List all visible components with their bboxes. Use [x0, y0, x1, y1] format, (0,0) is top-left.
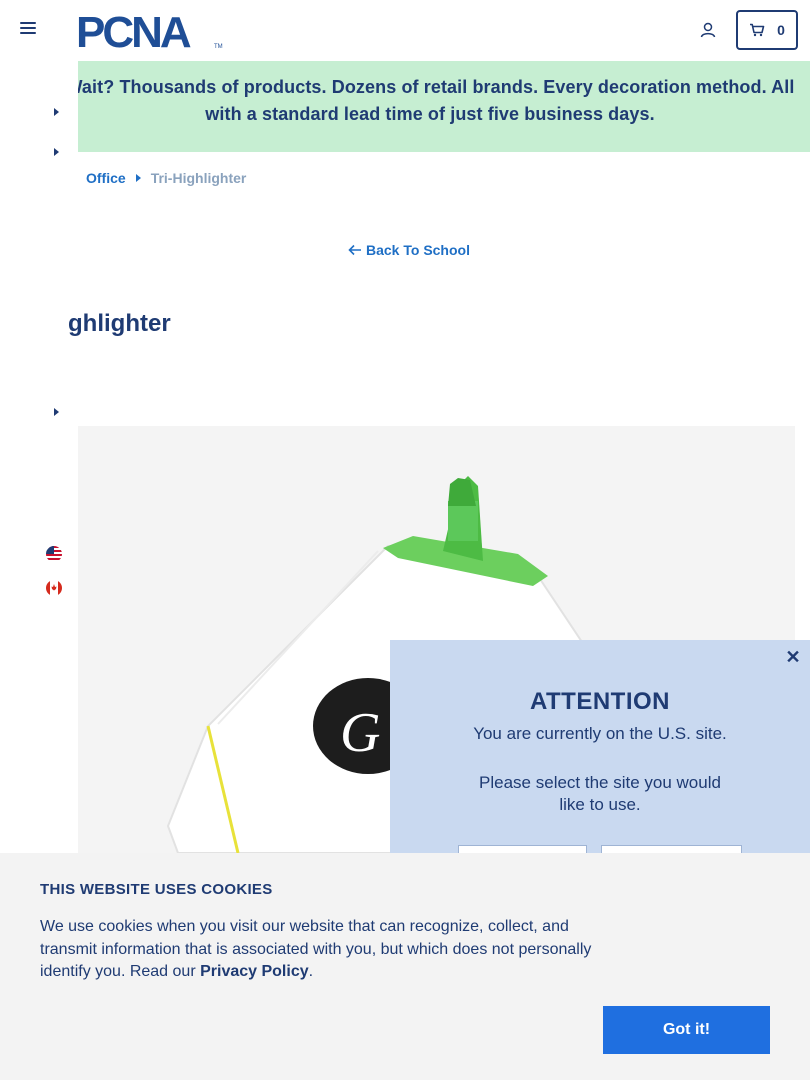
- product-title: ghlighter: [68, 310, 171, 337]
- cookie-text: We use cookies when you visit our websit…: [40, 916, 600, 984]
- side-menu-strip: [0, 61, 78, 853]
- privacy-policy-link[interactable]: Privacy Policy: [200, 963, 309, 980]
- cart-button[interactable]: 0: [736, 10, 798, 50]
- us-flag-icon[interactable]: [46, 546, 62, 562]
- chevron-right-icon[interactable]: [54, 148, 59, 156]
- cookie-title: THIS WEBSITE USES COOKIES: [40, 881, 273, 898]
- breadcrumb-item-office[interactable]: Office: [86, 170, 126, 186]
- promo-banner-text: Wait? Thousands of products. Dozens of r…: [65, 77, 795, 124]
- breadcrumb-separator-icon: [135, 174, 141, 182]
- back-link[interactable]: Back To School: [348, 242, 470, 258]
- modal-instruction-text: Please select the site you would like to…: [479, 773, 721, 814]
- pcna-logo[interactable]: PCNA TM: [76, 8, 224, 57]
- chevron-right-icon[interactable]: [54, 108, 59, 116]
- close-icon[interactable]: ✕: [784, 648, 802, 666]
- page: PCNA TM 0 Wait? Thousands of products. D…: [0, 0, 810, 1080]
- breadcrumb: Office Tri-Highlighter: [86, 170, 246, 186]
- logo-text: PCNA: [76, 10, 191, 52]
- cookie-body: We use cookies when you visit our websit…: [40, 918, 592, 980]
- cookie-banner: THIS WEBSITE USES COOKIES We use cookies…: [0, 853, 810, 1080]
- promo-banner: Wait? Thousands of products. Dozens of r…: [0, 61, 810, 152]
- chevron-right-icon[interactable]: [54, 408, 59, 416]
- site-selector-modal: ✕ ATTENTION You are currently on the U.S…: [390, 640, 810, 865]
- breadcrumb-item-current: Tri-Highlighter: [150, 170, 247, 186]
- accept-cookies-button[interactable]: Got it!: [603, 1006, 770, 1054]
- modal-title: ATTENTION: [529, 688, 671, 715]
- svg-text:G: G: [340, 702, 380, 764]
- cart-icon: [750, 23, 765, 37]
- logo-trademark: TM: [214, 44, 223, 50]
- back-link-label: Back To School: [366, 242, 470, 258]
- modal-current-site-text: You are currently on the U.S. site.: [473, 724, 727, 743]
- arrow-left-icon: [348, 244, 361, 256]
- cookie-period: .: [308, 963, 314, 980]
- hamburger-icon[interactable]: [20, 22, 36, 38]
- cart-count: 0: [777, 22, 785, 38]
- user-icon[interactable]: [699, 21, 717, 39]
- site-header: PCNA TM 0: [0, 0, 810, 61]
- canada-flag-icon[interactable]: [46, 580, 62, 596]
